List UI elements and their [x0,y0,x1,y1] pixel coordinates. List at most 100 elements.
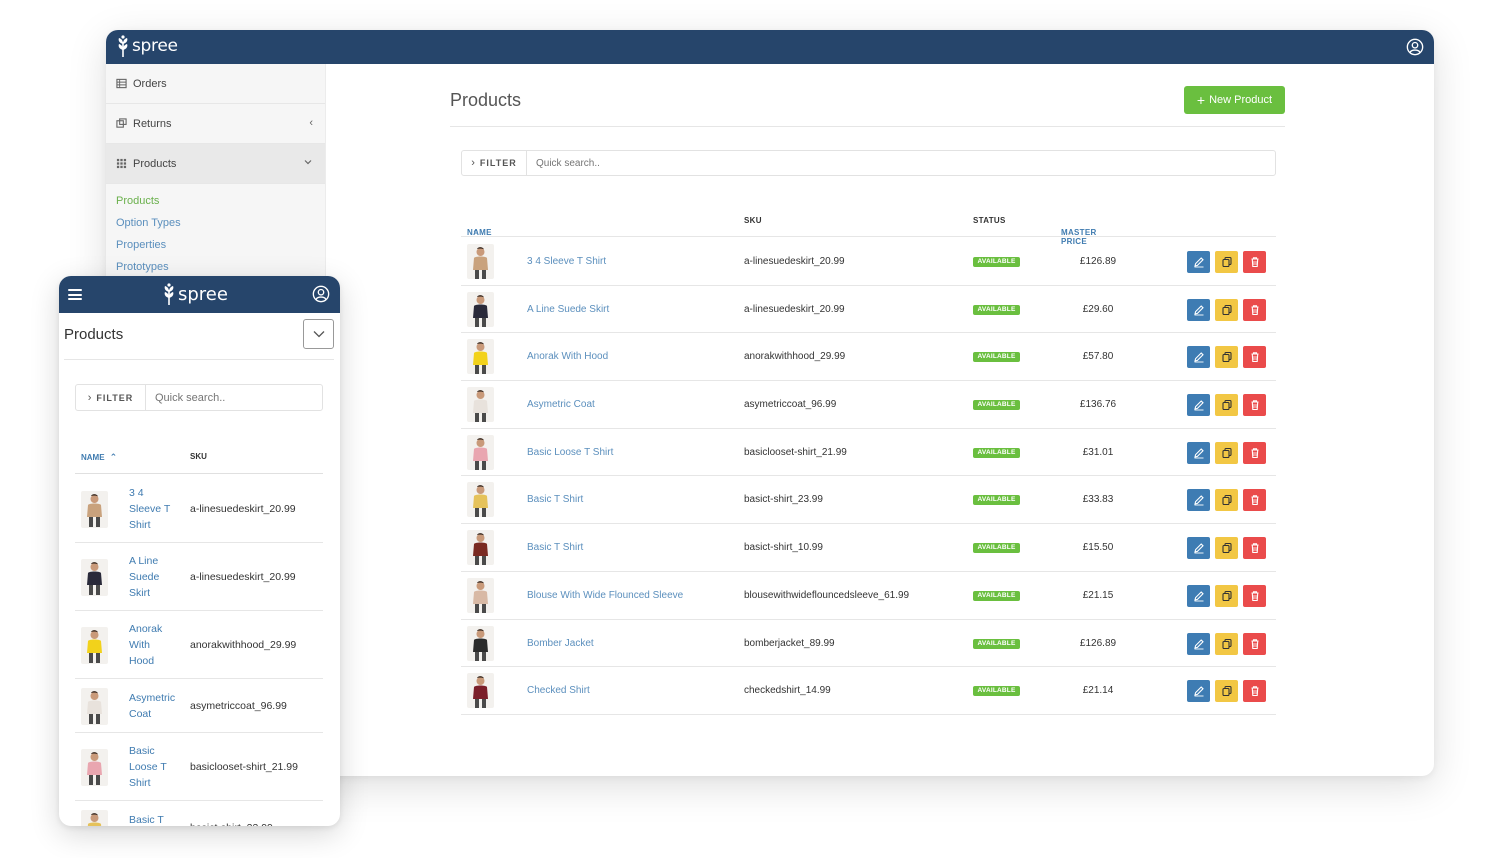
status-badge: AVAILABLE [973,686,1020,697]
table-row: Blouse With Wide Flounced Sleeve blousewi… [461,572,1276,620]
product-thumbnail [81,809,108,826]
pencil-icon [1193,304,1204,316]
clone-button[interactable] [1215,298,1238,321]
product-name-link[interactable]: A Line Suede Skirt [527,304,609,315]
delete-button[interactable] [1243,346,1266,369]
product-sku: basiclooset-shirt_21.99 [744,446,847,458]
edit-button[interactable] [1187,632,1210,655]
sidebar-item-label: Orders [133,77,167,90]
pencil-icon [1193,638,1204,649]
product-thumbnail [81,490,108,528]
clone-button[interactable] [1215,537,1238,560]
product-name-link[interactable]: Basic TShirt [129,812,181,826]
edit-button[interactable] [1187,394,1210,417]
divider [450,126,1285,127]
product-name-link[interactable]: 3 4 Sleeve T Shirt [527,256,606,267]
column-header-sku: SKU [190,452,207,461]
product-name-link[interactable]: Anorak With Hood [527,351,608,362]
clone-button[interactable] [1215,489,1238,512]
submenu-properties[interactable]: Properties [116,234,315,256]
column-header-sku: SKU [744,216,762,225]
sidebar-item-products[interactable]: Products [106,144,325,184]
product-name-link[interactable]: Anorak With Hood [129,621,181,669]
table-row: Basic Loose T Shirt basiclooset-shirt_21.… [461,429,1276,477]
product-sku: basict-shirt_23.99 [190,822,273,826]
product-name-link[interactable]: Asymetric Coat [129,690,181,722]
delete-button[interactable] [1243,394,1266,417]
copy-icon [1221,638,1232,649]
delete-button[interactable] [1243,537,1266,560]
page-actions-dropdown[interactable] [303,319,334,349]
clone-button[interactable] [1215,394,1238,417]
hamburger-menu-icon[interactable] [68,289,82,300]
edit-button[interactable] [1187,537,1210,560]
product-name-link[interactable]: 3 4 Sleeve T Shirt [129,485,181,533]
clone-button[interactable] [1215,441,1238,464]
delete-button[interactable] [1243,441,1266,464]
quick-search-input[interactable] [146,391,306,404]
edit-button[interactable] [1187,489,1210,512]
table-row: 3 4 Sleeve T Shirt a-linesuedeskirt_20.99… [461,238,1276,286]
product-name-link[interactable]: Basic Loose T Shirt [129,743,181,791]
delete-button[interactable] [1243,251,1266,273]
product-name-link[interactable]: Basic T Shirt [527,494,583,505]
delete-button[interactable] [1243,680,1266,703]
clone-button[interactable] [1215,680,1238,703]
column-header-name[interactable]: NAME ⌃ [81,452,117,463]
product-name-link[interactable]: Basic Loose T Shirt [527,447,613,458]
chevron-right-icon: › [87,391,93,404]
trash-icon [1251,638,1258,649]
spree-sprout-icon [164,283,174,305]
filter-toggle-button[interactable]: › FILTER [462,151,527,175]
edit-button[interactable] [1187,346,1210,369]
clone-button[interactable] [1215,584,1238,607]
master-price: £31.01 [1082,446,1114,458]
product-name-link[interactable]: Blouse With Wide Flounced Sleeve [527,590,683,601]
edit-button[interactable] [1187,441,1210,464]
sidebar-item-orders[interactable]: Orders [106,64,325,104]
table-row: A Line Suede Skirt a-linesuedeskirt_20.99… [461,286,1276,334]
edit-button[interactable] [1187,680,1210,703]
product-thumbnail [467,244,494,279]
copy-icon [1221,256,1232,268]
product-sku: checkedshirt_14.99 [744,685,831,697]
sort-icon: ⌄ [1066,228,1074,237]
sidebar-item-returns[interactable]: Returns ‹ [106,104,325,144]
spree-logo[interactable]: spree [116,34,178,58]
status-badge: AVAILABLE [973,447,1020,458]
product-name-link[interactable]: Asymetric Coat [527,399,595,410]
submenu-products[interactable]: Products [116,190,315,212]
master-price: £15.50 [1082,542,1114,554]
product-name-link[interactable]: Basic T Shirt [527,542,583,553]
product-sku: bomberjacket_89.99 [744,637,835,649]
user-account-icon[interactable] [312,285,330,303]
spree-logo[interactable]: spree [162,281,228,307]
product-name-link[interactable]: Bomber Jacket [527,638,594,649]
row-actions [1187,394,1266,417]
clone-button[interactable] [1215,632,1238,655]
quick-search-input[interactable] [527,157,827,169]
trash-icon [1251,591,1258,601]
pencil-icon [1193,447,1204,459]
delete-button[interactable] [1243,298,1266,321]
new-product-button[interactable]: + New Product [1184,86,1285,114]
product-thumbnail-icon [81,687,108,725]
user-account-icon[interactable] [1406,38,1424,56]
status-badge: AVAILABLE [973,352,1020,363]
edit-button[interactable] [1187,251,1210,273]
submenu-option-types[interactable]: Option Types [116,212,315,234]
delete-button[interactable] [1243,584,1266,607]
edit-button[interactable] [1187,298,1210,321]
submenu-prototypes[interactable]: Prototypes [116,256,315,278]
product-name-link[interactable]: Checked Shirt [527,685,590,696]
clone-button[interactable] [1215,251,1238,273]
filter-toggle-button[interactable]: › FILTER [76,385,146,410]
edit-button[interactable] [1187,584,1210,607]
product-name-link[interactable]: A Line Suede Skirt [129,553,181,601]
product-sku: basict-shirt_10.99 [744,542,823,554]
list-item: Asymetric Coat asymetriccoat_96.99 [75,679,323,733]
delete-button[interactable] [1243,632,1266,655]
clone-button[interactable] [1215,346,1238,369]
product-name-line: Basic [129,745,155,757]
delete-button[interactable] [1243,489,1266,512]
